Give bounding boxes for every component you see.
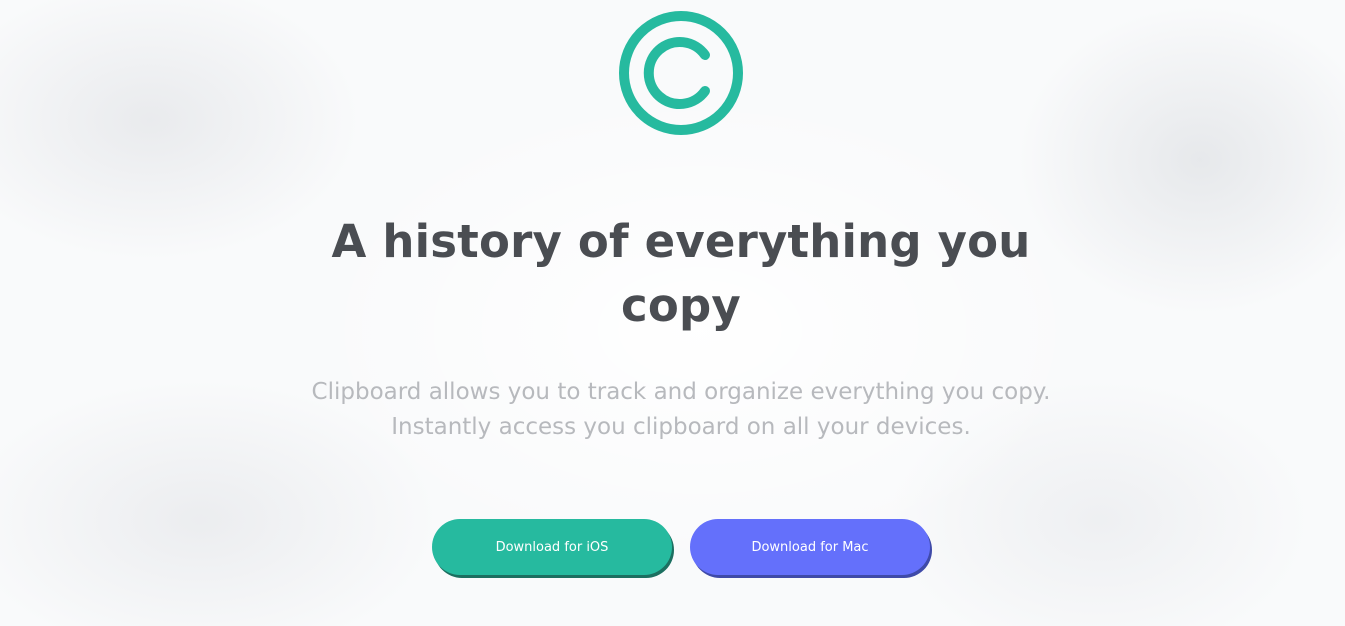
clipboard-logo-icon <box>618 10 744 136</box>
hero-title: A history of everything you copy <box>331 215 1031 332</box>
download-mac-button[interactable]: Download for Mac <box>690 519 930 575</box>
download-ios-button[interactable]: Download for iOS <box>432 519 672 575</box>
hero-section: A history of everything you copy Clipboa… <box>0 0 1345 626</box>
hero-subtitle: Clipboard allows you to track and organi… <box>311 379 1051 440</box>
